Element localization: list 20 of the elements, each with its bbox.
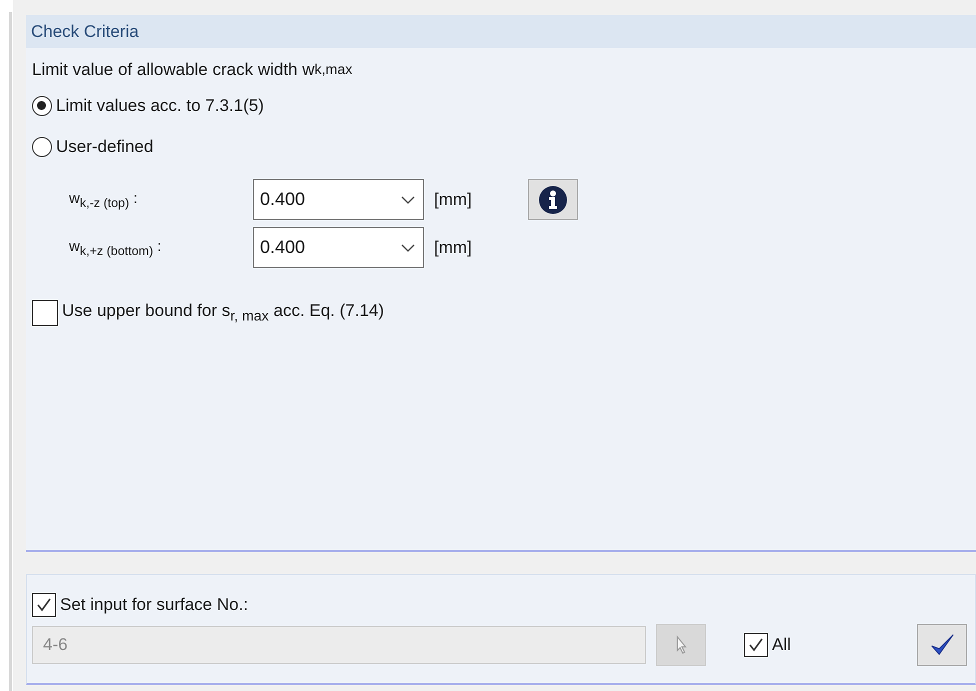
chevron-down-icon	[401, 244, 415, 252]
apply-button[interactable]	[917, 624, 967, 666]
upper-bound-checkbox[interactable]: Use upper bound for s$_{r, max}$ acc. Eq. (7.14)	[32, 300, 970, 326]
radio-option[interactable]: User-defined	[32, 126, 970, 167]
radio-button[interactable]	[32, 136, 52, 156]
checkbox[interactable]	[744, 633, 768, 657]
info-button[interactable]	[528, 179, 578, 220]
panel-title: Check Criteria	[31, 22, 139, 42]
radio-option[interactable]: Limit values acc. to 7.3.1(5)	[32, 85, 970, 126]
info-icon	[538, 184, 568, 214]
checkbox[interactable]	[32, 300, 58, 326]
radio-button[interactable]	[32, 96, 52, 116]
unit-label: [mm]	[434, 190, 472, 210]
field-label: w$_{k,+z (bottom)}$ :	[69, 238, 162, 258]
field-label: w$_{k,-z (top)}$ :	[69, 190, 138, 210]
all-checkbox[interactable]: All	[744, 633, 791, 657]
value-dropdown[interactable]: 0.400	[253, 179, 424, 220]
value-dropdown[interactable]: 0.400	[253, 227, 424, 268]
chevron-down-icon	[401, 196, 415, 204]
unit-label: [mm]	[434, 238, 472, 258]
